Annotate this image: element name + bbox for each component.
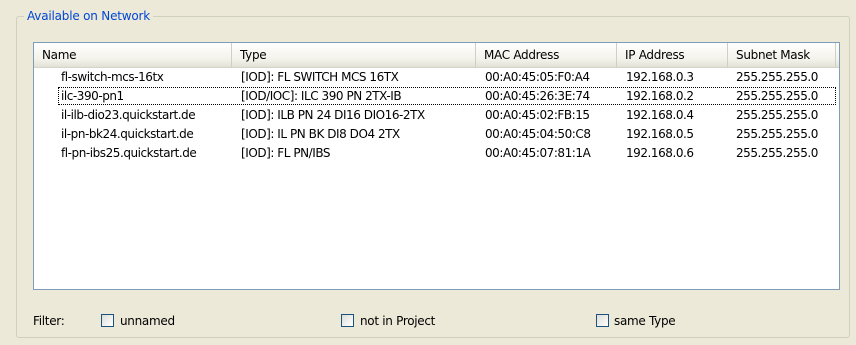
cell-subnet-mask: 255.255.255.0 <box>736 108 818 122</box>
cell-mac-address: 00:A0:45:26:3E:74 <box>485 89 590 103</box>
cell-ip-address: 192.168.0.5 <box>626 127 694 141</box>
not-in-project-checkbox-label[interactable]: not in Project <box>360 313 435 329</box>
unnamed-checkbox[interactable] <box>101 314 114 327</box>
cell-mac-address: 00:A0:45:05:F0:A4 <box>485 70 590 84</box>
cell-type: [IOD/IOC]: ILC 390 PN 2TX-IB <box>241 89 402 103</box>
cell-type: [IOD]: ILB PN 24 DI16 DIO16-2TX <box>241 108 425 122</box>
cell-name: il-pn-bk24.quickstart.de <box>61 127 194 141</box>
cell-ip-address: 192.168.0.4 <box>626 108 694 122</box>
cell-subnet-mask: 255.255.255.0 <box>736 127 818 141</box>
list-header: Name Type MAC Address IP Address Subnet … <box>34 43 839 68</box>
cell-ip-address: 192.168.0.3 <box>626 70 694 84</box>
table-row[interactable]: ilc-390-pn1 [IOD/IOC]: ILC 390 PN 2TX-IB… <box>34 87 839 105</box>
group-title: Available on Network <box>24 8 153 24</box>
cell-type: [IOD]: IL PN BK DI8 DO4 2TX <box>241 127 400 141</box>
filter-label: Filter: <box>33 314 65 328</box>
cell-ip-address: 192.168.0.2 <box>626 89 694 103</box>
table-row[interactable]: fl-switch-mcs-16tx [IOD]: FL SWITCH MCS … <box>34 68 839 86</box>
row-focus-rect <box>58 87 836 105</box>
same-type-checkbox[interactable] <box>596 314 609 327</box>
not-in-project-checkbox[interactable] <box>341 314 354 327</box>
cell-ip-address: 192.168.0.6 <box>626 146 694 160</box>
cell-name: il-ilb-dio23.quickstart.de <box>61 108 196 122</box>
table-row[interactable]: fl-pn-ibs25.quickstart.de [IOD]: FL PN/I… <box>34 144 839 162</box>
device-list[interactable]: Name Type MAC Address IP Address Subnet … <box>33 42 840 290</box>
unnamed-checkbox-label[interactable]: unnamed <box>120 313 175 329</box>
cell-mac-address: 00:A0:45:02:FB:15 <box>485 108 590 122</box>
cell-mac-address: 00:A0:45:07:81:1A <box>485 146 591 160</box>
column-header-type[interactable]: Type <box>232 43 476 67</box>
column-header-subnet-mask[interactable]: Subnet Mask <box>728 43 836 67</box>
table-row[interactable]: il-pn-bk24.quickstart.de [IOD]: IL PN BK… <box>34 125 839 143</box>
cell-name: ilc-390-pn1 <box>61 89 124 103</box>
cell-mac-address: 00:A0:45:04:50:C8 <box>485 127 591 141</box>
cell-subnet-mask: 255.255.255.0 <box>736 70 818 84</box>
column-header-mac-address[interactable]: MAC Address <box>476 43 617 67</box>
same-type-checkbox-label[interactable]: same Type <box>614 313 676 329</box>
cell-subnet-mask: 255.255.255.0 <box>736 89 818 103</box>
cell-type: [IOD]: FL SWITCH MCS 16TX <box>241 70 399 84</box>
cell-name: fl-pn-ibs25.quickstart.de <box>61 146 197 160</box>
cell-type: [IOD]: FL PN/IBS <box>241 146 331 160</box>
table-row[interactable]: il-ilb-dio23.quickstart.de [IOD]: ILB PN… <box>34 106 839 124</box>
cell-name: fl-switch-mcs-16tx <box>61 70 164 84</box>
cell-subnet-mask: 255.255.255.0 <box>736 146 818 160</box>
column-header-ip-address[interactable]: IP Address <box>617 43 728 67</box>
column-header-name[interactable]: Name <box>34 43 232 67</box>
